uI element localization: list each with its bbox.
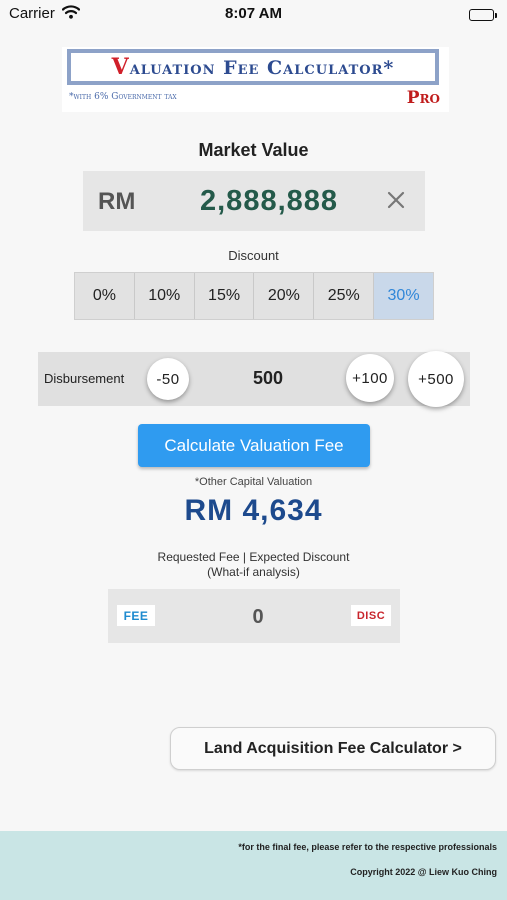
discount-option-20[interactable]: 20% <box>254 273 315 319</box>
market-value-field[interactable]: RM 2,888,888 <box>83 171 425 231</box>
disbursement-plus-500-button[interactable]: +500 <box>408 351 464 407</box>
discount-title: Discount <box>228 248 279 263</box>
capital-valuation-note: *Other Capital Valuation <box>194 476 313 488</box>
disc-tag-button[interactable]: DISC <box>351 605 391 626</box>
clear-icon[interactable] <box>383 185 409 215</box>
discount-selector: 0% 10% 15% 20% 25% 30% <box>74 272 434 320</box>
disbursement-label: Disbursement <box>44 371 125 386</box>
status-bar: Carrier 8:07 AM <box>0 0 507 30</box>
disbursement-value: 500 <box>252 368 284 388</box>
footer-copyright: Copyright 2022 @ Liew Kuo Ching <box>350 867 497 877</box>
discount-option-30[interactable]: 30% <box>374 273 433 319</box>
market-value-input[interactable]: 2,888,888 <box>200 185 338 218</box>
discount-option-25[interactable]: 25% <box>314 273 375 319</box>
battery-icon <box>445 5 497 25</box>
logo-pro-badge: Pro <box>406 88 440 108</box>
land-acquisition-button[interactable]: Land Acquisition Fee Calculator > <box>170 727 496 770</box>
valuation-fee-result: RM 4,634 <box>184 494 323 527</box>
requested-fee-value[interactable]: 0 <box>218 606 298 629</box>
requested-fee-title-line2: (What-if analysis) <box>207 565 300 579</box>
disbursement-panel: Disbursement -50 500 +100 +500 <box>38 351 470 407</box>
requested-fee-title: Requested Fee | Expected Discount (What-… <box>0 550 507 580</box>
disbursement-plus-100-button[interactable]: +100 <box>346 354 394 402</box>
requested-fee-title-line1: Requested Fee | Expected Discount <box>157 550 350 564</box>
logo-title: aluation Fee Calculator* <box>129 57 395 79</box>
fee-tag-button[interactable]: FEE <box>117 605 155 626</box>
requested-fee-panel: FEE 0 DISC <box>108 589 400 643</box>
footer-disclaimer: *for the final fee, please refer to the … <box>238 842 497 852</box>
footer: *for the final fee, please refer to the … <box>0 831 507 900</box>
market-value-currency: RM <box>98 188 136 215</box>
disbursement-minus-50-button[interactable]: -50 <box>147 358 189 400</box>
logo-title-initial: V <box>111 54 130 80</box>
discount-option-0[interactable]: 0% <box>75 273 135 319</box>
discount-option-15[interactable]: 15% <box>194 273 255 319</box>
calculate-button[interactable]: Calculate Valuation Fee <box>138 424 370 467</box>
app-logo: Valuation Fee Calculator* *with 6% Gover… <box>62 47 449 112</box>
clock: 8:07 AM <box>225 5 282 22</box>
logo-tax-note: *with 6% Government tax <box>69 92 177 102</box>
market-value-title: Market Value <box>198 140 309 160</box>
discount-option-10[interactable]: 10% <box>134 273 195 319</box>
